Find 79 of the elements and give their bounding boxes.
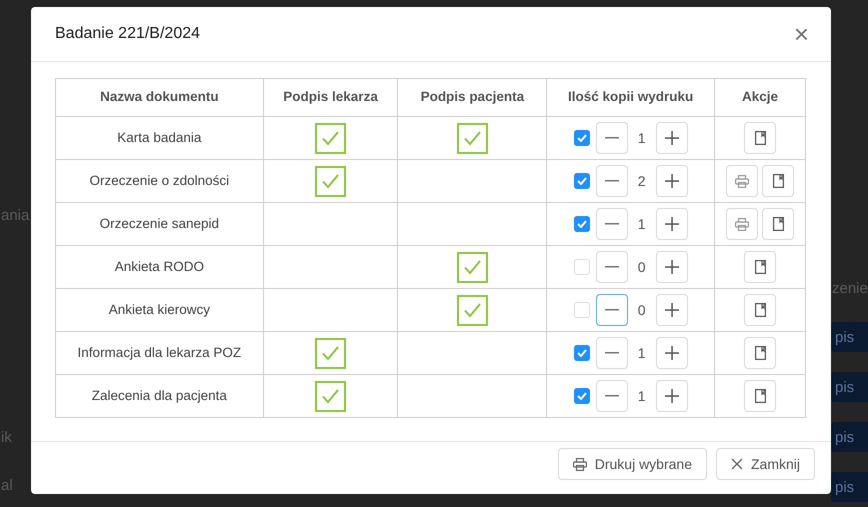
column-header: Ilość kopii wydruku [546,78,715,116]
checkbox[interactable] [574,216,590,232]
table-cell: Orzeczenie o zdolności [56,160,264,202]
table-cell: Informacja dla lekarza POZ [56,332,264,374]
minus-button[interactable] [596,165,628,197]
copy-count: 2 [636,172,647,190]
minus-button[interactable] [596,122,628,154]
column-header: Podpis pacjenta [398,78,547,116]
plus-button[interactable] [656,251,688,283]
close-dialog-button[interactable]: Zamknij [716,448,815,480]
column-header: Akcje [714,78,806,116]
document-button[interactable] [762,164,794,197]
plus-button[interactable] [656,122,688,154]
document-button[interactable] [744,122,776,154]
check-icon [576,220,587,228]
plus-icon [664,389,679,403]
checkbox[interactable] [574,130,590,146]
document-icon [754,303,766,317]
document-button[interactable] [762,208,794,240]
plus-button[interactable] [656,380,688,412]
check-icon [576,349,587,357]
document-button[interactable] [744,294,776,326]
close-icon [730,458,743,470]
document-icon [754,131,766,145]
document-icon [754,389,766,403]
plus-icon [664,131,679,145]
minus-button[interactable] [596,337,628,369]
plus-icon [664,303,679,317]
table-cell: Ankieta RODO [56,246,264,288]
table-cell: Ankieta kierowcy [56,288,264,332]
table-cell: Orzeczenie sanepid [56,202,264,246]
dialog-title: Badanie 221/B/2024 [55,24,200,44]
minus-icon [604,352,619,354]
check-icon [576,392,587,400]
close-button[interactable]: × [794,21,809,47]
copy-count: 0 [636,258,647,276]
plus-icon [664,260,679,274]
plus-icon [664,217,679,231]
document-icon [754,346,766,360]
minus-button[interactable] [596,380,628,412]
print-selected-button[interactable]: Drukuj wybrane [558,448,707,480]
plus-button[interactable] [656,208,688,240]
minus-icon [604,223,619,225]
table-cell: Karta badania [56,116,264,160]
document-button[interactable] [744,251,776,283]
document-button[interactable] [744,337,776,369]
plus-icon [664,346,679,360]
plus-button[interactable] [656,165,688,197]
minus-button[interactable] [596,251,628,283]
checkbox[interactable] [574,173,590,189]
document-icon [772,174,784,188]
plus-button[interactable] [656,294,688,326]
copy-count: 0 [636,300,647,320]
document-button[interactable] [744,380,776,412]
minus-icon [604,137,619,139]
column-header: Nazwa dokumentu [56,78,264,116]
minus-icon [604,395,619,397]
document-icon [772,216,784,231]
checkbox[interactable] [574,345,590,361]
printer-icon [735,218,750,231]
copy-count: 1 [636,344,647,362]
table-cell: Zalecenia dla pacjenta [56,374,264,418]
minus-button[interactable] [596,294,628,326]
minus-icon [604,266,619,268]
plus-icon [664,174,679,188]
document-icon [754,260,766,274]
copy-count: 1 [636,128,647,148]
minus-icon [604,180,619,182]
check-icon [576,134,587,142]
plus-button[interactable] [656,337,688,369]
copy-count: 1 [636,386,647,406]
column-header: Podpis lekarza [263,78,398,116]
minus-button[interactable] [596,208,628,240]
minus-icon [604,309,619,311]
check-icon [576,177,587,185]
printer-icon [572,458,587,470]
copy-count: 1 [636,214,647,234]
printer-icon [735,174,750,188]
checkbox[interactable] [574,388,590,404]
